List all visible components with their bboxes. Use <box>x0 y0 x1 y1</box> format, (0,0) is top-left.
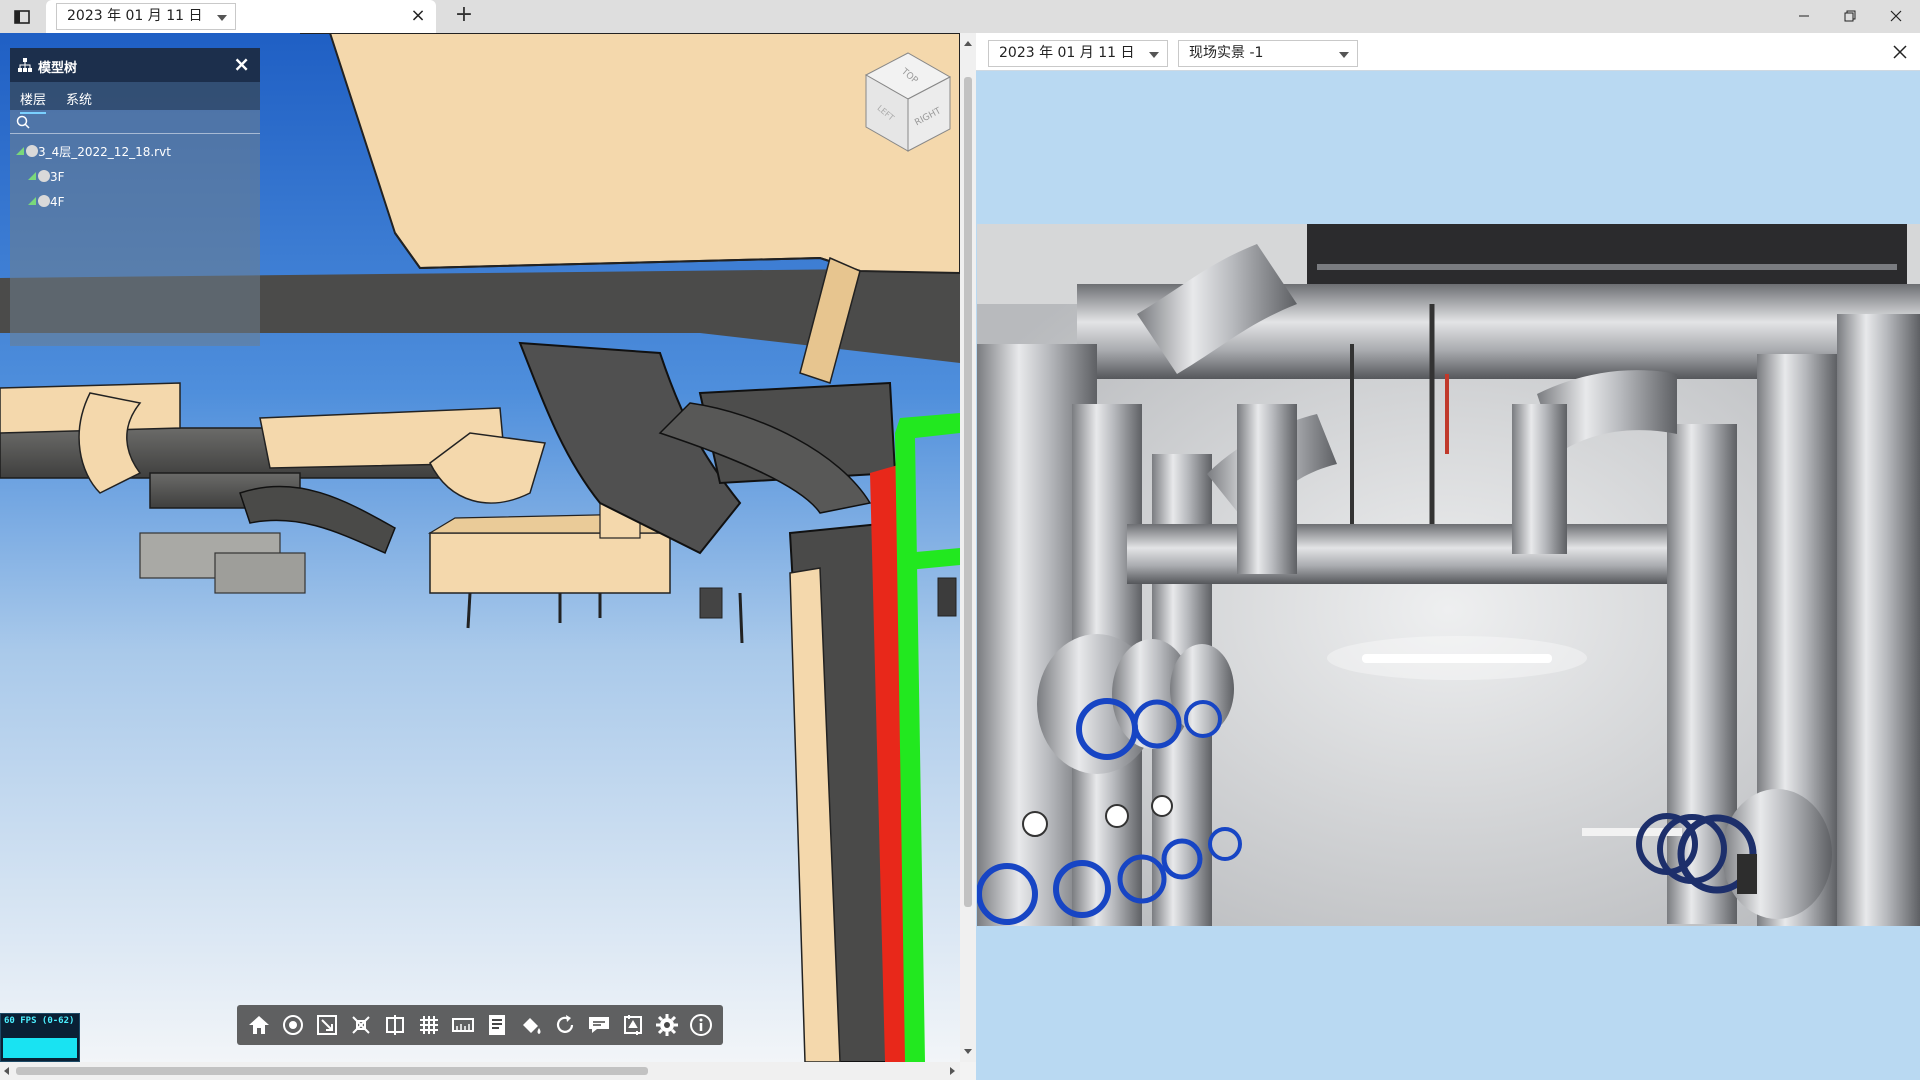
screenshot-icon[interactable] <box>619 1011 647 1039</box>
minimize-icon[interactable] <box>1790 4 1818 28</box>
tab-floors[interactable]: 楼层 <box>20 89 47 114</box>
photo-date-value: 2023 年 01 月 11 日 <box>999 45 1135 61</box>
vertical-scroll-thumb[interactable] <box>964 77 972 907</box>
visibility-icon[interactable] <box>38 170 50 182</box>
fps-graph <box>3 1038 77 1058</box>
viewport-vertical-scrollbar[interactable] <box>960 33 976 1062</box>
tree-node-4f[interactable]: 4F <box>28 193 65 211</box>
tree-node-root[interactable]: 3_4层_2022_12_18.rvt <box>16 143 171 161</box>
tree-node-4f-label: 4F <box>50 195 65 209</box>
tab-date-select[interactable]: 2023 年 01 月 11 日 <box>56 3 236 30</box>
model-tree-search-input[interactable] <box>10 110 260 134</box>
horizontal-scroll-thumb[interactable] <box>16 1067 648 1075</box>
tab-systems[interactable]: 系统 <box>66 89 92 108</box>
paint-icon[interactable] <box>517 1011 545 1039</box>
rotate-icon[interactable] <box>551 1011 579 1039</box>
orbit-icon[interactable] <box>279 1011 307 1039</box>
close-icon[interactable] <box>1890 42 1910 62</box>
scene-select[interactable]: 现场实景 -1 <box>1178 40 1358 67</box>
restore-icon[interactable] <box>1836 4 1864 28</box>
viewport-horizontal-scrollbar[interactable] <box>0 1062 960 1080</box>
tab-date-value: 2023 年 01 月 11 日 <box>67 8 203 24</box>
section-box-icon[interactable] <box>381 1011 409 1039</box>
fps-label: 60 FPS (0-62) <box>4 1016 75 1026</box>
expand-icon[interactable] <box>28 197 36 205</box>
scroll-right-icon[interactable] <box>950 1067 955 1075</box>
scroll-left-icon[interactable] <box>4 1067 9 1075</box>
viewer-toolbar <box>237 1005 723 1045</box>
visibility-icon[interactable] <box>26 145 38 157</box>
explode-icon[interactable] <box>347 1011 375 1039</box>
fps-monitor: 60 FPS (0-62) <box>0 1013 80 1062</box>
properties-icon[interactable] <box>483 1011 511 1039</box>
pipe-room-photo <box>977 224 1920 926</box>
tree-node-3f[interactable]: 3F <box>28 168 65 186</box>
comment-icon[interactable] <box>585 1011 613 1039</box>
site-photo[interactable] <box>977 224 1920 926</box>
search-icon <box>16 115 30 129</box>
model-tree-header: 模型树 × <box>10 48 260 82</box>
tree-node-root-label: 3_4层_2022_12_18.rvt <box>38 145 171 159</box>
model-tree-close-button[interactable]: × <box>233 52 250 76</box>
model-tree-tabs: 楼层 系统 <box>10 82 260 114</box>
site-photo-panel: 2023 年 01 月 11 日 现场实景 -1 <box>976 33 1920 1080</box>
model-viewport[interactable]: 模型树 × 楼层 系统 3_4层_2022_12_18.rvt 3F 4F TO… <box>0 33 960 1062</box>
fit-view-icon[interactable] <box>313 1011 341 1039</box>
tab-close-button[interactable]: × <box>408 6 428 26</box>
model-tree-title: 模型树 <box>38 61 78 76</box>
visibility-icon[interactable] <box>38 195 50 207</box>
expand-icon[interactable] <box>28 172 36 180</box>
home-icon[interactable] <box>245 1011 273 1039</box>
settings-icon[interactable] <box>653 1011 681 1039</box>
document-tab[interactable]: 2023 年 01 月 11 日 × <box>46 0 436 33</box>
title-bar: 2023 年 01 月 11 日 × + <box>0 0 1920 33</box>
chevron-down-icon <box>1149 52 1159 58</box>
view-cube[interactable]: TOP LEFT RIGHT <box>858 45 956 155</box>
info-icon[interactable] <box>687 1011 715 1039</box>
model-tree-panel: 模型树 × 楼层 系统 3_4层_2022_12_18.rvt 3F 4F <box>10 48 260 346</box>
hierarchy-icon <box>18 58 32 72</box>
chevron-down-icon <box>1339 52 1349 58</box>
expand-icon[interactable] <box>16 147 24 155</box>
scene-select-value: 现场实景 -1 <box>1189 45 1264 61</box>
close-window-icon[interactable] <box>1882 4 1910 28</box>
tree-node-3f-label: 3F <box>50 170 65 184</box>
photo-date-select[interactable]: 2023 年 01 月 11 日 <box>988 40 1168 67</box>
new-tab-button[interactable]: + <box>452 4 476 28</box>
site-photo-header: 2023 年 01 月 11 日 现场实景 -1 <box>976 33 1920 71</box>
window-menu-icon[interactable] <box>12 7 32 27</box>
chevron-down-icon <box>217 15 227 21</box>
measure-icon[interactable] <box>449 1011 477 1039</box>
grid-icon[interactable] <box>415 1011 443 1039</box>
scroll-down-icon[interactable] <box>964 1049 972 1054</box>
scroll-up-icon[interactable] <box>964 41 972 46</box>
